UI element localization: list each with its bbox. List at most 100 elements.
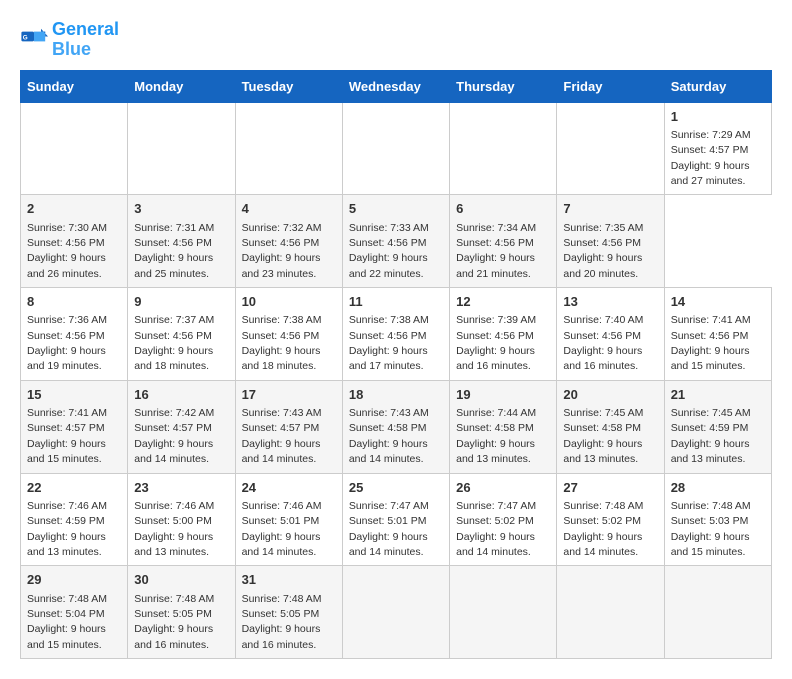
day-info: Sunrise: 7:32 AMSunset: 4:56 PMDaylight:… [242, 222, 322, 280]
day-number: 14 [671, 293, 765, 311]
empty-cell [235, 102, 342, 195]
day-cell-27: 27 Sunrise: 7:48 AMSunset: 5:02 PMDaylig… [557, 473, 664, 566]
day-cell-21: 21 Sunrise: 7:45 AMSunset: 4:59 PMDaylig… [664, 380, 771, 473]
day-info: Sunrise: 7:39 AMSunset: 4:56 PMDaylight:… [456, 314, 536, 372]
empty-cell [128, 102, 235, 195]
day-number: 9 [134, 293, 228, 311]
day-info: Sunrise: 7:48 AMSunset: 5:05 PMDaylight:… [242, 593, 322, 651]
day-info: Sunrise: 7:48 AMSunset: 5:03 PMDaylight:… [671, 500, 751, 558]
day-number: 7 [563, 200, 657, 218]
logo-icon: G [20, 26, 48, 54]
day-cell-14: 14 Sunrise: 7:41 AMSunset: 4:56 PMDaylig… [664, 288, 771, 381]
day-number: 16 [134, 386, 228, 404]
day-cell-13: 13 Sunrise: 7:40 AMSunset: 4:56 PMDaylig… [557, 288, 664, 381]
day-info: Sunrise: 7:41 AMSunset: 4:57 PMDaylight:… [27, 407, 107, 465]
calendar-week-2: 2 Sunrise: 7:30 AMSunset: 4:56 PMDayligh… [21, 195, 772, 288]
day-cell-11: 11 Sunrise: 7:38 AMSunset: 4:56 PMDaylig… [342, 288, 449, 381]
day-header-monday: Monday [128, 70, 235, 102]
day-number: 6 [456, 200, 550, 218]
day-number: 25 [349, 479, 443, 497]
day-cell-17: 17 Sunrise: 7:43 AMSunset: 4:57 PMDaylig… [235, 380, 342, 473]
day-info: Sunrise: 7:33 AMSunset: 4:56 PMDaylight:… [349, 222, 429, 280]
day-info: Sunrise: 7:46 AMSunset: 4:59 PMDaylight:… [27, 500, 107, 558]
day-info: Sunrise: 7:38 AMSunset: 4:56 PMDaylight:… [242, 314, 322, 372]
day-number: 18 [349, 386, 443, 404]
day-info: Sunrise: 7:48 AMSunset: 5:04 PMDaylight:… [27, 593, 107, 651]
day-cell-1: 1 Sunrise: 7:29 AMSunset: 4:57 PMDayligh… [664, 102, 771, 195]
day-number: 5 [349, 200, 443, 218]
day-number: 29 [27, 571, 121, 589]
day-number: 12 [456, 293, 550, 311]
day-info: Sunrise: 7:47 AMSunset: 5:01 PMDaylight:… [349, 500, 429, 558]
day-number: 22 [27, 479, 121, 497]
day-info: Sunrise: 7:37 AMSunset: 4:56 PMDaylight:… [134, 314, 214, 372]
day-info: Sunrise: 7:47 AMSunset: 5:02 PMDaylight:… [456, 500, 536, 558]
day-number: 28 [671, 479, 765, 497]
day-info: Sunrise: 7:45 AMSunset: 4:59 PMDaylight:… [671, 407, 751, 465]
logo-text: General Blue [52, 20, 119, 60]
day-number: 23 [134, 479, 228, 497]
day-number: 31 [242, 571, 336, 589]
day-number: 27 [563, 479, 657, 497]
day-header-thursday: Thursday [450, 70, 557, 102]
day-number: 1 [671, 108, 765, 126]
day-info: Sunrise: 7:46 AMSunset: 5:01 PMDaylight:… [242, 500, 322, 558]
day-number: 2 [27, 200, 121, 218]
day-info: Sunrise: 7:45 AMSunset: 4:58 PMDaylight:… [563, 407, 643, 465]
day-cell-7: 7 Sunrise: 7:35 AMSunset: 4:56 PMDayligh… [557, 195, 664, 288]
day-cell-3: 3 Sunrise: 7:31 AMSunset: 4:56 PMDayligh… [128, 195, 235, 288]
day-cell-5: 5 Sunrise: 7:33 AMSunset: 4:56 PMDayligh… [342, 195, 449, 288]
day-cell-10: 10 Sunrise: 7:38 AMSunset: 4:56 PMDaylig… [235, 288, 342, 381]
day-info: Sunrise: 7:46 AMSunset: 5:00 PMDaylight:… [134, 500, 214, 558]
day-cell-23: 23 Sunrise: 7:46 AMSunset: 5:00 PMDaylig… [128, 473, 235, 566]
day-number: 4 [242, 200, 336, 218]
day-info: Sunrise: 7:48 AMSunset: 5:05 PMDaylight:… [134, 593, 214, 651]
day-cell-2: 2 Sunrise: 7:30 AMSunset: 4:56 PMDayligh… [21, 195, 128, 288]
day-header-tuesday: Tuesday [235, 70, 342, 102]
empty-cell [450, 566, 557, 659]
day-cell-29: 29 Sunrise: 7:48 AMSunset: 5:04 PMDaylig… [21, 566, 128, 659]
day-info: Sunrise: 7:38 AMSunset: 4:56 PMDaylight:… [349, 314, 429, 372]
day-number: 11 [349, 293, 443, 311]
svg-text:G: G [23, 34, 28, 41]
day-cell-16: 16 Sunrise: 7:42 AMSunset: 4:57 PMDaylig… [128, 380, 235, 473]
day-info: Sunrise: 7:36 AMSunset: 4:56 PMDaylight:… [27, 314, 107, 372]
day-number: 20 [563, 386, 657, 404]
day-info: Sunrise: 7:29 AMSunset: 4:57 PMDaylight:… [671, 129, 751, 187]
day-number: 19 [456, 386, 550, 404]
empty-cell [557, 102, 664, 195]
day-number: 10 [242, 293, 336, 311]
calendar-header-row: SundayMondayTuesdayWednesdayThursdayFrid… [21, 70, 772, 102]
calendar-week-6: 29 Sunrise: 7:48 AMSunset: 5:04 PMDaylig… [21, 566, 772, 659]
day-cell-22: 22 Sunrise: 7:46 AMSunset: 4:59 PMDaylig… [21, 473, 128, 566]
day-cell-6: 6 Sunrise: 7:34 AMSunset: 4:56 PMDayligh… [450, 195, 557, 288]
day-number: 8 [27, 293, 121, 311]
calendar-body: 1 Sunrise: 7:29 AMSunset: 4:57 PMDayligh… [21, 102, 772, 659]
empty-cell [450, 102, 557, 195]
day-number: 24 [242, 479, 336, 497]
calendar-week-4: 15 Sunrise: 7:41 AMSunset: 4:57 PMDaylig… [21, 380, 772, 473]
day-number: 13 [563, 293, 657, 311]
empty-cell [664, 566, 771, 659]
day-info: Sunrise: 7:44 AMSunset: 4:58 PMDaylight:… [456, 407, 536, 465]
day-number: 26 [456, 479, 550, 497]
day-cell-30: 30 Sunrise: 7:48 AMSunset: 5:05 PMDaylig… [128, 566, 235, 659]
day-cell-26: 26 Sunrise: 7:47 AMSunset: 5:02 PMDaylig… [450, 473, 557, 566]
day-header-friday: Friday [557, 70, 664, 102]
day-info: Sunrise: 7:48 AMSunset: 5:02 PMDaylight:… [563, 500, 643, 558]
day-info: Sunrise: 7:35 AMSunset: 4:56 PMDaylight:… [563, 222, 643, 280]
day-cell-4: 4 Sunrise: 7:32 AMSunset: 4:56 PMDayligh… [235, 195, 342, 288]
day-info: Sunrise: 7:40 AMSunset: 4:56 PMDaylight:… [563, 314, 643, 372]
day-cell-19: 19 Sunrise: 7:44 AMSunset: 4:58 PMDaylig… [450, 380, 557, 473]
day-info: Sunrise: 7:34 AMSunset: 4:56 PMDaylight:… [456, 222, 536, 280]
empty-cell [342, 102, 449, 195]
empty-cell [21, 102, 128, 195]
logo: G General Blue [20, 20, 119, 60]
page-header: G General Blue [20, 20, 772, 60]
empty-cell [342, 566, 449, 659]
day-cell-15: 15 Sunrise: 7:41 AMSunset: 4:57 PMDaylig… [21, 380, 128, 473]
day-info: Sunrise: 7:31 AMSunset: 4:56 PMDaylight:… [134, 222, 214, 280]
day-header-saturday: Saturday [664, 70, 771, 102]
day-number: 30 [134, 571, 228, 589]
day-info: Sunrise: 7:43 AMSunset: 4:57 PMDaylight:… [242, 407, 322, 465]
